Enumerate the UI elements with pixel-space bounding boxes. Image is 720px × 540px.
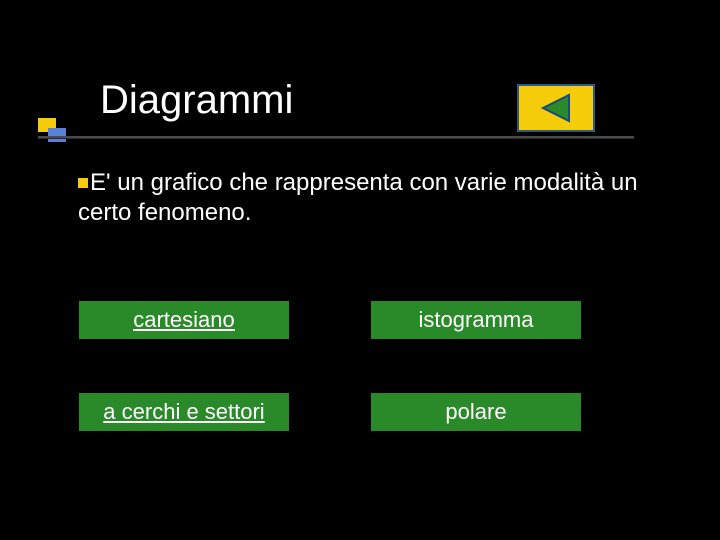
option-cartesiano[interactable]: cartesiano: [76, 298, 292, 342]
option-label: istogramma: [419, 307, 534, 333]
title-underline: [38, 136, 634, 138]
option-istogramma[interactable]: istogramma: [368, 298, 584, 342]
body-paragraph: E' un grafico che rappresenta con varie …: [78, 168, 638, 228]
option-label: polare: [445, 399, 506, 425]
option-a-cerchi-e-settori[interactable]: a cerchi e settori: [76, 390, 292, 434]
bullet-icon: [78, 178, 88, 188]
title-bullet-icon: [38, 118, 68, 144]
body-text: E' un grafico che rappresenta con varie …: [78, 169, 638, 226]
triangle-left-icon: [539, 93, 573, 123]
option-label: cartesiano: [133, 307, 235, 333]
page-title: Diagrammi: [100, 78, 293, 123]
option-label: a cerchi e settori: [103, 399, 264, 425]
back-button[interactable]: [517, 84, 595, 132]
option-polare[interactable]: polare: [368, 390, 584, 434]
